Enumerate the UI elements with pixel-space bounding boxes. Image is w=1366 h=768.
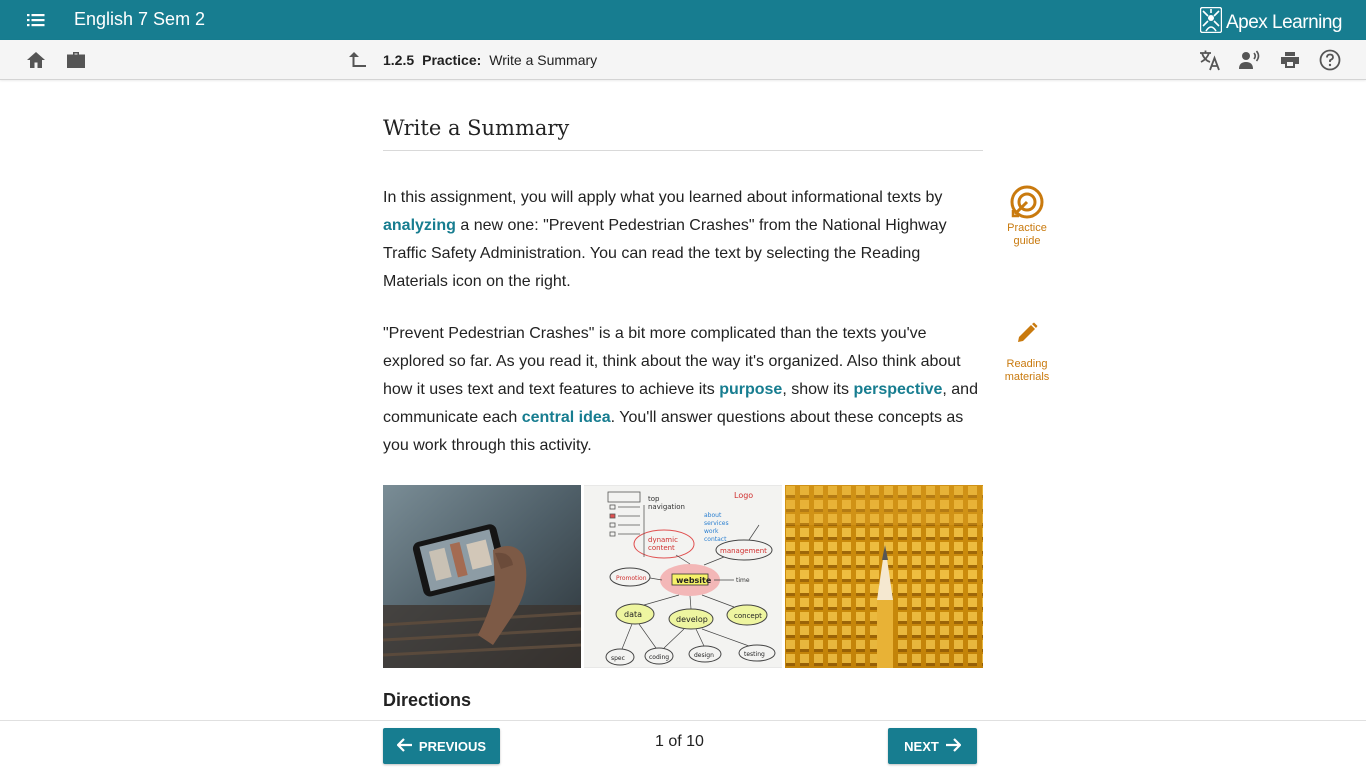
diagram-word-coding: coding bbox=[649, 654, 669, 661]
page-counter: 1 of 10 bbox=[655, 733, 704, 750]
svg-text:top: top bbox=[648, 495, 660, 503]
pencils-photo-image bbox=[785, 485, 983, 668]
diagram-word-about: about bbox=[704, 512, 722, 519]
diagram-word-dynamic: dynamic bbox=[648, 536, 678, 544]
text-run: In this assignment, you will apply what … bbox=[383, 189, 943, 206]
briefcase-icon[interactable] bbox=[65, 49, 87, 71]
diagram-word-content: content bbox=[648, 544, 675, 552]
lesson-title: Write a Summary bbox=[489, 52, 598, 68]
course-title: English 7 Sem 2 bbox=[74, 9, 206, 29]
brand-name: Apex Learning bbox=[1225, 11, 1343, 33]
pencil-icon bbox=[987, 320, 1067, 358]
directions-heading: Directions bbox=[383, 690, 472, 710]
arrow-left-icon bbox=[396, 737, 413, 755]
apex-logo-icon bbox=[1199, 6, 1223, 38]
page-title: Write a Summary bbox=[383, 116, 983, 151]
lesson-kind: Practice: bbox=[422, 52, 482, 68]
next-button[interactable]: NEXT bbox=[888, 728, 977, 764]
body-paragraph: "Prevent Pedestrian Crashes" is a bit mo… bbox=[383, 320, 983, 460]
diagram-word-design: design bbox=[694, 652, 714, 659]
target-icon bbox=[987, 184, 1067, 222]
diagram-word-testing: testing bbox=[744, 651, 765, 658]
text-run: a new one: "Prevent Pedestrian Crashes" … bbox=[383, 217, 947, 290]
lesson-number: 1.2.5 bbox=[383, 52, 415, 68]
translate-icon[interactable] bbox=[1199, 49, 1221, 71]
brand-logo: Apex Learning bbox=[1199, 6, 1343, 38]
reading-materials-label-1: Reading bbox=[1006, 358, 1048, 370]
arrow-right-icon bbox=[945, 737, 962, 755]
help-icon[interactable] bbox=[1319, 49, 1341, 71]
diagram-word-time: time bbox=[736, 577, 750, 584]
diagram-word-website: website bbox=[676, 576, 712, 585]
glossary-link-analyzing[interactable]: analyzing bbox=[383, 217, 456, 234]
reading-materials-label-2: materials bbox=[1004, 371, 1050, 383]
menu-icon[interactable] bbox=[22, 9, 50, 31]
diagram-word-spec: spec bbox=[611, 655, 625, 662]
text-to-speech-icon[interactable] bbox=[1239, 49, 1261, 71]
glossary-link-central-idea[interactable]: central idea bbox=[522, 409, 611, 426]
diagram-word-work: work bbox=[704, 528, 719, 535]
glossary-link-purpose[interactable]: purpose bbox=[719, 381, 782, 398]
main-content: Write a Summary In this assignment, you … bbox=[383, 80, 983, 711]
intro-paragraph: In this assignment, you will apply what … bbox=[383, 184, 983, 296]
diagram-word-data: data bbox=[624, 610, 642, 619]
practice-guide-button[interactable]: Practice guide bbox=[987, 184, 1067, 248]
image-strip: top navigation Logo about services work … bbox=[383, 485, 983, 668]
diagram-word-promotion: Promotion bbox=[616, 575, 647, 582]
practice-guide-label-1: Practice bbox=[1007, 222, 1047, 234]
previous-button[interactable]: PREVIOUS bbox=[383, 728, 500, 764]
diagram-word-contact: contact bbox=[704, 536, 727, 543]
home-icon[interactable] bbox=[25, 49, 47, 71]
next-label: NEXT bbox=[904, 738, 939, 754]
up-arrow-icon[interactable] bbox=[347, 49, 369, 71]
diagram-word-management: management bbox=[720, 547, 767, 555]
diagram-word-services: services bbox=[704, 520, 729, 527]
previous-label: PREVIOUS bbox=[418, 738, 487, 754]
footer-nav: PREVIOUS 1 of 10 NEXT bbox=[0, 720, 1366, 768]
reading-materials-button[interactable]: Reading materials bbox=[987, 320, 1067, 384]
svg-text:navigation: navigation bbox=[648, 503, 685, 511]
sub-toolbar: 1.2.5 Practice: Write a Summary bbox=[0, 40, 1366, 80]
print-icon[interactable] bbox=[1279, 49, 1301, 71]
top-bar: English 7 Sem 2 Apex Learning bbox=[0, 0, 1366, 40]
phone-photo-image bbox=[383, 485, 581, 668]
practice-guide-label-2: guide bbox=[1013, 235, 1041, 247]
text-run: , show its bbox=[782, 381, 854, 398]
breadcrumb: 1.2.5 Practice: Write a Summary bbox=[383, 52, 597, 68]
website-diagram-image: top navigation Logo about services work … bbox=[584, 485, 782, 668]
diagram-word-concept: concept bbox=[734, 612, 762, 620]
diagram-word-develop: develop bbox=[676, 615, 708, 624]
diagram-word-logo: Logo bbox=[734, 491, 753, 500]
glossary-link-perspective[interactable]: perspective bbox=[853, 381, 942, 398]
